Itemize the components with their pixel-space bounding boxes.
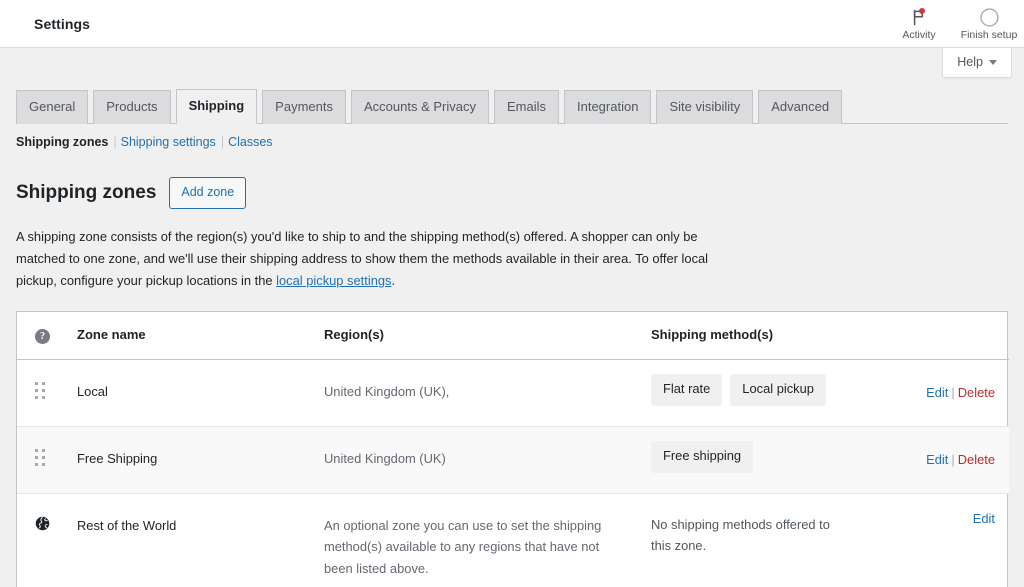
subnav-item-classes[interactable]: Classes <box>228 135 272 149</box>
delete-zone-link[interactable]: Delete <box>958 452 995 467</box>
subnav-separator-1: | <box>113 135 117 150</box>
help-dropdown-button[interactable]: Help <box>942 48 1012 78</box>
edit-zone-link[interactable]: Edit <box>926 452 948 467</box>
activity-badge-dot <box>919 7 925 14</box>
zone-regions: United Kingdom (UK) <box>324 450 446 466</box>
table-head: ? Zone name Region(s) Shipping method(s) <box>17 311 1009 360</box>
tab-payments[interactable]: Payments <box>262 90 346 125</box>
zone-methods-cell: Free shipping Edit | Delete <box>641 426 1009 493</box>
add-zone-button[interactable]: Add zone <box>169 177 247 209</box>
column-header-methods: Shipping method(s) <box>641 311 1009 360</box>
help-dropdown-wrap: Help <box>942 48 1012 78</box>
subnav-item-shipping-settings[interactable]: Shipping settings <box>121 135 216 149</box>
zone-regions: An optional zone you can use to set the … <box>324 517 602 577</box>
finish-setup-button[interactable]: Finish setup <box>954 0 1024 48</box>
zone-methods-cell: Flat rate Local pickup Edit | Delete <box>641 360 1009 427</box>
drag-handle-icon[interactable] <box>35 448 46 467</box>
shipping-zones-table: ? Zone name Region(s) Shipping method(s)… <box>17 311 1009 587</box>
chevron-down-icon <box>989 59 997 65</box>
header-actions: Activity Finish setup <box>884 0 1024 48</box>
shipping-zones-table-card: ? Zone name Region(s) Shipping method(s)… <box>16 310 1009 587</box>
table-row: Rest of the World An optional zone you c… <box>17 493 1009 587</box>
column-header-zone-name: Zone name <box>67 311 314 360</box>
flag-icon <box>911 7 927 28</box>
edit-zone-link[interactable]: Edit <box>926 385 948 400</box>
activity-button[interactable]: Activity <box>884 0 954 48</box>
delete-zone-link[interactable]: Delete <box>958 385 995 400</box>
row-drag-handle-cell <box>17 426 67 493</box>
help-label: Help <box>957 55 983 69</box>
tab-accounts-privacy[interactable]: Accounts & Privacy <box>350 90 489 125</box>
table-header-row: ? Zone name Region(s) Shipping method(s) <box>17 311 1009 360</box>
page-title: Settings <box>34 15 91 32</box>
admin-header: Settings Activity Finish setup <box>0 0 1024 48</box>
finish-setup-label: Finish setup <box>960 28 1018 41</box>
tab-site-visibility[interactable]: Site visibility <box>656 90 754 125</box>
method-badge: Flat rate <box>651 374 723 406</box>
globe-icon <box>35 516 50 534</box>
shipping-zones-title: Shipping zones <box>16 181 157 203</box>
tab-emails[interactable]: Emails <box>493 90 559 125</box>
drag-handle-icon[interactable] <box>35 382 46 400</box>
zone-methods-cell: No shipping methods offered to this zone… <box>641 493 1009 587</box>
method-badge: Local pickup <box>730 374 826 406</box>
table-body: Local United Kingdom (UK), Flat rate Loc… <box>17 360 1009 587</box>
zone-regions: United Kingdom (UK), <box>324 384 450 399</box>
table-row: Local United Kingdom (UK), Flat rate Loc… <box>17 360 1009 427</box>
activity-label: Activity <box>902 28 936 41</box>
tab-general[interactable]: General <box>16 90 89 125</box>
row-drag-handle-cell <box>17 360 67 427</box>
no-methods-note: No shipping methods offered to this zone… <box>651 516 830 554</box>
method-badge: Free shipping <box>651 440 754 473</box>
zone-name[interactable]: Free Shipping <box>67 426 314 493</box>
subnav-separator-2: | <box>220 135 225 150</box>
table-row: Free Shipping United Kingdom (UK) Free s… <box>17 426 1009 494</box>
tab-advanced[interactable]: Advanced <box>758 90 843 125</box>
tab-integration[interactable]: Integration <box>564 90 652 125</box>
settings-tabs: General Products Shipping Payments Accou… <box>16 48 1008 125</box>
shipping-zones-heading-row: Shipping zones Add zone <box>16 177 1008 209</box>
row-globe-cell <box>17 493 67 587</box>
column-header-handle: ? <box>17 311 67 360</box>
zone-name[interactable]: Rest of the World <box>67 493 314 587</box>
subnav-item-shipping-zones: Shipping zones <box>16 135 109 150</box>
action-separator: | <box>951 451 955 467</box>
settings-page: General Products Shipping Payments Accou… <box>0 48 1024 587</box>
column-header-regions: Region(s) <box>314 311 641 360</box>
tab-products[interactable]: Products <box>93 90 171 125</box>
row-actions: Edit | Delete <box>926 449 995 471</box>
action-separator: | <box>951 385 955 400</box>
progress-circle-icon <box>979 8 999 28</box>
row-actions: Edit <box>973 508 995 530</box>
shipping-subnav: Shipping zones | Shipping settings | Cla… <box>16 124 1008 149</box>
row-actions: Edit | Delete <box>926 382 995 404</box>
help-tip-icon[interactable]: ? <box>35 329 50 345</box>
tab-shipping[interactable]: Shipping <box>175 89 258 125</box>
edit-zone-link[interactable]: Edit <box>973 511 995 526</box>
local-pickup-settings-link[interactable]: local pickup settings <box>276 273 391 288</box>
zone-name[interactable]: Local <box>67 360 314 427</box>
description-text-part2: . <box>391 273 396 289</box>
shipping-zones-description: A shipping zone consists of the region(s… <box>16 226 732 293</box>
